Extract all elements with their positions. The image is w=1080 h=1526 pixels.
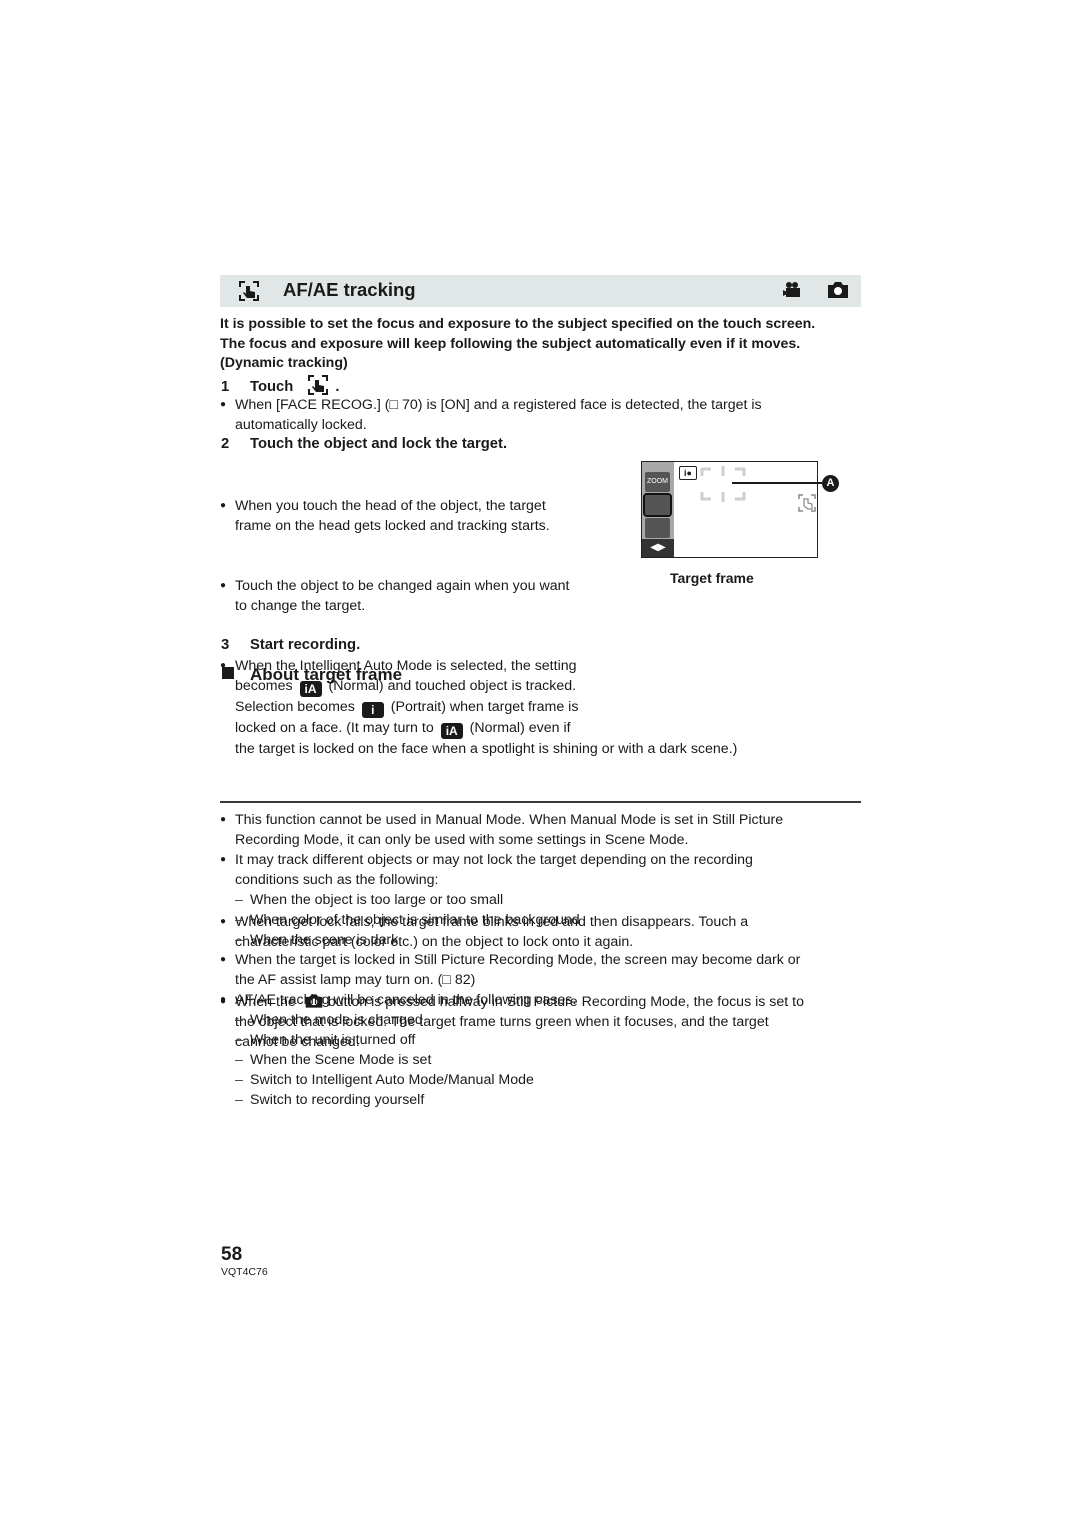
note-text: Selection becomes [235, 699, 355, 715]
intro-line: It is possible to set the focus and expo… [220, 316, 816, 332]
note-text: (Portrait) when target frame is [390, 699, 579, 715]
notes-list: This function cannot be used in Manual M… [220, 810, 870, 1110]
square-bullet-icon [222, 667, 234, 679]
step2-note: Touch the object to be changed again whe… [220, 576, 1080, 616]
tracking-indicator-icon [798, 494, 816, 512]
page-number: 58 [221, 1244, 243, 1265]
subsection-title-text: About target frame [250, 665, 403, 684]
step-3: 3 Start recording. [221, 635, 360, 655]
touch-tracking-icon [308, 375, 329, 395]
note-text: (Normal) even if [469, 720, 571, 736]
note-line: conditions such as the following: [235, 872, 439, 888]
model-code: VQT4C76 [221, 1266, 268, 1278]
condition-item: When the object is too large or too smal… [220, 890, 870, 910]
note-line: the AF assist lamp may turn on. (□ 82) [235, 972, 476, 988]
note-line: It may track different objects or may no… [235, 852, 753, 868]
note-line: Recording Mode, it can only be used with… [235, 832, 689, 848]
intelligent-auto-portrait-icon: i [361, 702, 384, 718]
intro-line: The focus and exposure will keep followi… [220, 335, 801, 352]
cancel-case-item: Switch to recording yourself [220, 1090, 870, 1110]
condition-item: When the scene is dark [220, 930, 870, 950]
portrait-mode-icon: i● [679, 466, 697, 480]
step-number: 1 [221, 379, 230, 395]
intro-line: (Dynamic tracking) [220, 355, 348, 371]
step-label: Touch the object and lock the target. [250, 436, 508, 452]
callout-line [732, 482, 822, 484]
page-arrows: ◀▶ [642, 539, 674, 557]
note-text: locked on a face. (It may turn to [235, 720, 434, 736]
condition-item: When color of the object is similar to t… [220, 910, 870, 930]
note-line: When the target is locked in Still Pictu… [235, 952, 801, 968]
note-item: This function cannot be used in Manual M… [220, 810, 870, 850]
callout-label: A [822, 475, 839, 492]
cancel-case-item: When the mode is changed [220, 1010, 870, 1030]
illustration-caption: Target frame [670, 570, 754, 586]
step-2: 2 Touch the object and lock the target. [221, 434, 507, 454]
section-title: AF/AE tracking [283, 279, 416, 300]
divider [220, 801, 861, 803]
note-line: locked on a face. (It may turn to iA (No… [235, 718, 1080, 739]
note-line: to change the target. [235, 598, 366, 614]
cancel-case-item: When the Scene Mode is set [220, 1050, 870, 1070]
optical-image-stabilizer-button [645, 518, 670, 538]
step-number: 3 [221, 637, 230, 653]
note-item: When the target is locked in Still Pictu… [220, 950, 870, 990]
target-frame-icon [700, 466, 746, 502]
cancel-case-item: When the unit is turned off [220, 1030, 870, 1050]
note-line: Selection becomes i (Portrait) when targ… [235, 697, 1080, 718]
step-label: Touch [250, 379, 294, 395]
cancel-case-item: Switch to Intelligent Auto Mode/Manual M… [220, 1070, 870, 1090]
note-line: the target is locked on the face when a … [235, 741, 738, 757]
touch-tracking-icon [239, 281, 259, 301]
subsection-title: About target frame [222, 664, 402, 686]
note-line: automatically locked. [235, 417, 367, 433]
step-number: 2 [221, 436, 230, 452]
camera-screen-illustration: ZOOM ◀▶ i● [641, 461, 818, 558]
video-camera-icon [783, 282, 800, 297]
af-ae-tracking-button [643, 493, 672, 517]
step1-note: When [FACE RECOG.] (□ 70) is [ON] and a … [220, 395, 1080, 435]
note-line: Touch the object to be changed again whe… [235, 578, 570, 594]
step-1: 1 Touch . [221, 374, 340, 397]
note-line: When [FACE RECOG.] (□ 70) is [ON] and a … [235, 397, 762, 413]
note-item: It may track different objects or may no… [220, 850, 870, 890]
step-label: Start recording. [250, 637, 361, 653]
screen-side-panel: ZOOM ◀▶ [642, 462, 674, 557]
intelligent-auto-normal-icon: iA [440, 723, 463, 739]
note-item: AF/AE tracking will be canceled in the f… [220, 990, 870, 1010]
step-suffix: . [335, 379, 340, 395]
still-camera-icon [828, 282, 848, 298]
touch-zoom-button: ZOOM [645, 472, 670, 492]
intro-paragraph: It is possible to set the focus and expo… [220, 315, 870, 374]
note-line: This function cannot be used in Manual M… [235, 812, 784, 828]
note-line: AF/AE tracking will be canceled in the f… [235, 992, 577, 1008]
